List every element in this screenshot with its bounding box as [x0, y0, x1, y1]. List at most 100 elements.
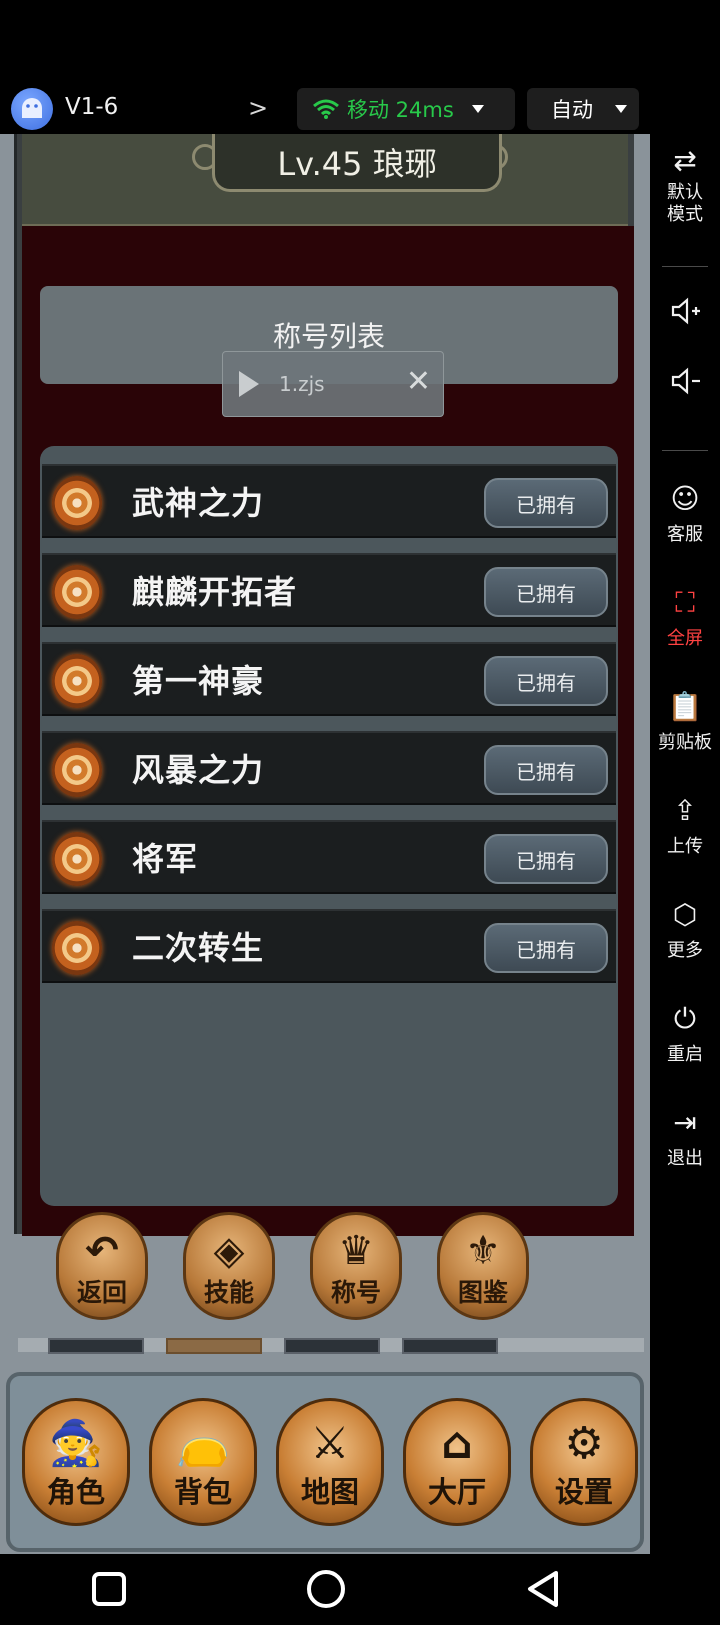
- title-name: 麒麟开拓者: [132, 573, 298, 611]
- codex-label: 图鉴: [457, 1278, 508, 1307]
- owned-button[interactable]: 已拥有: [484, 567, 608, 617]
- network-selector[interactable]: 移动 24ms: [297, 88, 515, 130]
- list-item[interactable]: 武神之力 已拥有: [42, 464, 616, 538]
- hall-button[interactable]: ⌂ 大厅: [403, 1398, 511, 1526]
- exit-label: 退出: [667, 1148, 703, 1169]
- play-icon[interactable]: [239, 371, 259, 397]
- more-label: 更多: [667, 940, 703, 961]
- quality-selector[interactable]: 自动: [527, 88, 639, 130]
- main-menu-bar: 🧙 角色 👝 背包 ⚔ 地图 ⌂ 大厅 ⚙ 设置: [6, 1372, 644, 1552]
- divider: [662, 266, 708, 267]
- back-button[interactable]: ↶ 返回: [56, 1212, 148, 1320]
- bag-label: 背包: [173, 1475, 232, 1509]
- chevron-right-icon[interactable]: >: [248, 94, 268, 122]
- home-button[interactable]: [303, 1566, 349, 1612]
- owned-button[interactable]: 已拥有: [484, 656, 608, 706]
- bag-button[interactable]: 👝 背包: [149, 1398, 257, 1526]
- owned-button[interactable]: 已拥有: [484, 834, 608, 884]
- settings-button[interactable]: ⚙ 设置: [530, 1398, 638, 1526]
- medal-icon: [52, 832, 102, 886]
- list-item[interactable]: 第一神豪 已拥有: [42, 642, 616, 716]
- wifi-icon: [313, 99, 339, 119]
- list-item[interactable]: 二次转生 已拥有: [42, 909, 616, 983]
- exit-icon: ⇥: [673, 1106, 697, 1139]
- circle-icon: [307, 1570, 345, 1608]
- more-button[interactable]: ⬡ 更多: [650, 898, 720, 962]
- medal-icon: [52, 743, 102, 797]
- wizard-icon: 🧙: [48, 1418, 104, 1469]
- level-name-plate: Lv.45 琅琊: [212, 134, 502, 192]
- title-name: 武神之力: [132, 484, 265, 522]
- square-icon: [92, 1572, 126, 1606]
- map-button[interactable]: ⚔ 地图: [276, 1398, 384, 1526]
- upload-icon: ⇪: [673, 794, 697, 827]
- owned-button[interactable]: 已拥有: [484, 745, 608, 795]
- close-icon[interactable]: ✕: [406, 364, 431, 399]
- skill-button[interactable]: ◈ 技能: [183, 1212, 275, 1320]
- fullscreen-button[interactable]: ⛶ 全屏: [650, 586, 720, 650]
- bag-icon: 👝: [175, 1418, 231, 1469]
- medal-icon: [52, 921, 102, 975]
- android-app-icon[interactable]: [11, 88, 53, 130]
- equipment-strip: [18, 1338, 644, 1354]
- quality-label: 自动: [551, 98, 593, 122]
- more-icon: ⬡: [672, 898, 698, 931]
- hall-label: 大厅: [427, 1475, 486, 1509]
- title-name: 将军: [132, 840, 199, 878]
- title-name: 第一神豪: [132, 662, 265, 700]
- list-item[interactable]: 风暴之力 已拥有: [42, 731, 616, 805]
- strip-tile[interactable]: [166, 1338, 262, 1354]
- house-icon: ⌂: [441, 1418, 473, 1469]
- exit-button[interactable]: ⇥ 退出: [650, 1106, 720, 1170]
- volume-down-button[interactable]: [650, 366, 720, 396]
- crown-icon: ♛: [338, 1228, 374, 1274]
- game-screen[interactable]: Lv.45 琅琊 称号列表 武神之力 已拥有 麒麟开拓者 已拥有 第一神豪 已拥…: [0, 134, 650, 1554]
- clipboard-button[interactable]: 📋 剪贴板: [650, 690, 720, 754]
- owned-button[interactable]: 已拥有: [484, 923, 608, 973]
- volume-down-icon: [671, 367, 700, 395]
- owned-button[interactable]: 已拥有: [484, 478, 608, 528]
- medal-icon: [52, 654, 102, 708]
- fullscreen-label: 全屏: [667, 628, 703, 649]
- fullscreen-icon: ⛶: [675, 586, 695, 619]
- script-runner-chip[interactable]: 1.zjs ✕: [222, 351, 444, 417]
- restart-button[interactable]: ⏻ 重启: [650, 1002, 720, 1066]
- system-navigation-bar: [0, 1554, 720, 1625]
- character-label: 角色: [46, 1475, 105, 1509]
- title-button[interactable]: ♛ 称号: [310, 1212, 402, 1320]
- strip-tile[interactable]: [48, 1338, 144, 1354]
- restart-label: 重启: [667, 1044, 703, 1065]
- gears-icon: ⚙: [564, 1418, 604, 1469]
- stream-topbar: V1-6 > 移动 24ms 自动: [0, 84, 720, 134]
- upload-button[interactable]: ⇪ 上传: [650, 794, 720, 858]
- header-panel: Lv.45 琅琊: [22, 134, 628, 226]
- swords-icon: ⚔: [310, 1418, 350, 1469]
- title-name: 风暴之力: [132, 751, 265, 789]
- strip-tile[interactable]: [402, 1338, 498, 1354]
- back-nav-button[interactable]: [520, 1566, 566, 1612]
- skill-icon: ◈: [213, 1228, 245, 1274]
- volume-up-icon: [671, 297, 700, 325]
- script-name: 1.zjs: [279, 372, 325, 396]
- list-item[interactable]: 将军 已拥有: [42, 820, 616, 894]
- default-mode-button[interactable]: ⇄ 默认 模式: [650, 144, 720, 226]
- back-label: 返回: [76, 1278, 127, 1307]
- customer-service-button[interactable]: ☺ 客服: [650, 482, 720, 546]
- medal-icon: [52, 565, 102, 619]
- undo-icon: ↶: [85, 1228, 119, 1274]
- list-item[interactable]: 麒麟开拓者 已拥有: [42, 553, 616, 627]
- support-label: 客服: [667, 524, 703, 545]
- title-name: 二次转生: [132, 929, 265, 967]
- skill-label: 技能: [203, 1278, 254, 1307]
- title-label: 称号: [330, 1278, 381, 1307]
- character-button[interactable]: 🧙 角色: [22, 1398, 130, 1526]
- support-icon: ☺: [670, 482, 700, 515]
- triangle-back-icon: [528, 1571, 558, 1607]
- network-status-label: 移动 24ms: [347, 98, 454, 122]
- codex-button[interactable]: ⚜ 图鉴: [437, 1212, 529, 1320]
- recents-button[interactable]: [86, 1566, 132, 1612]
- medal-icon: [52, 476, 102, 530]
- volume-up-button[interactable]: [650, 296, 720, 326]
- upload-label: 上传: [667, 836, 703, 857]
- strip-tile[interactable]: [284, 1338, 380, 1354]
